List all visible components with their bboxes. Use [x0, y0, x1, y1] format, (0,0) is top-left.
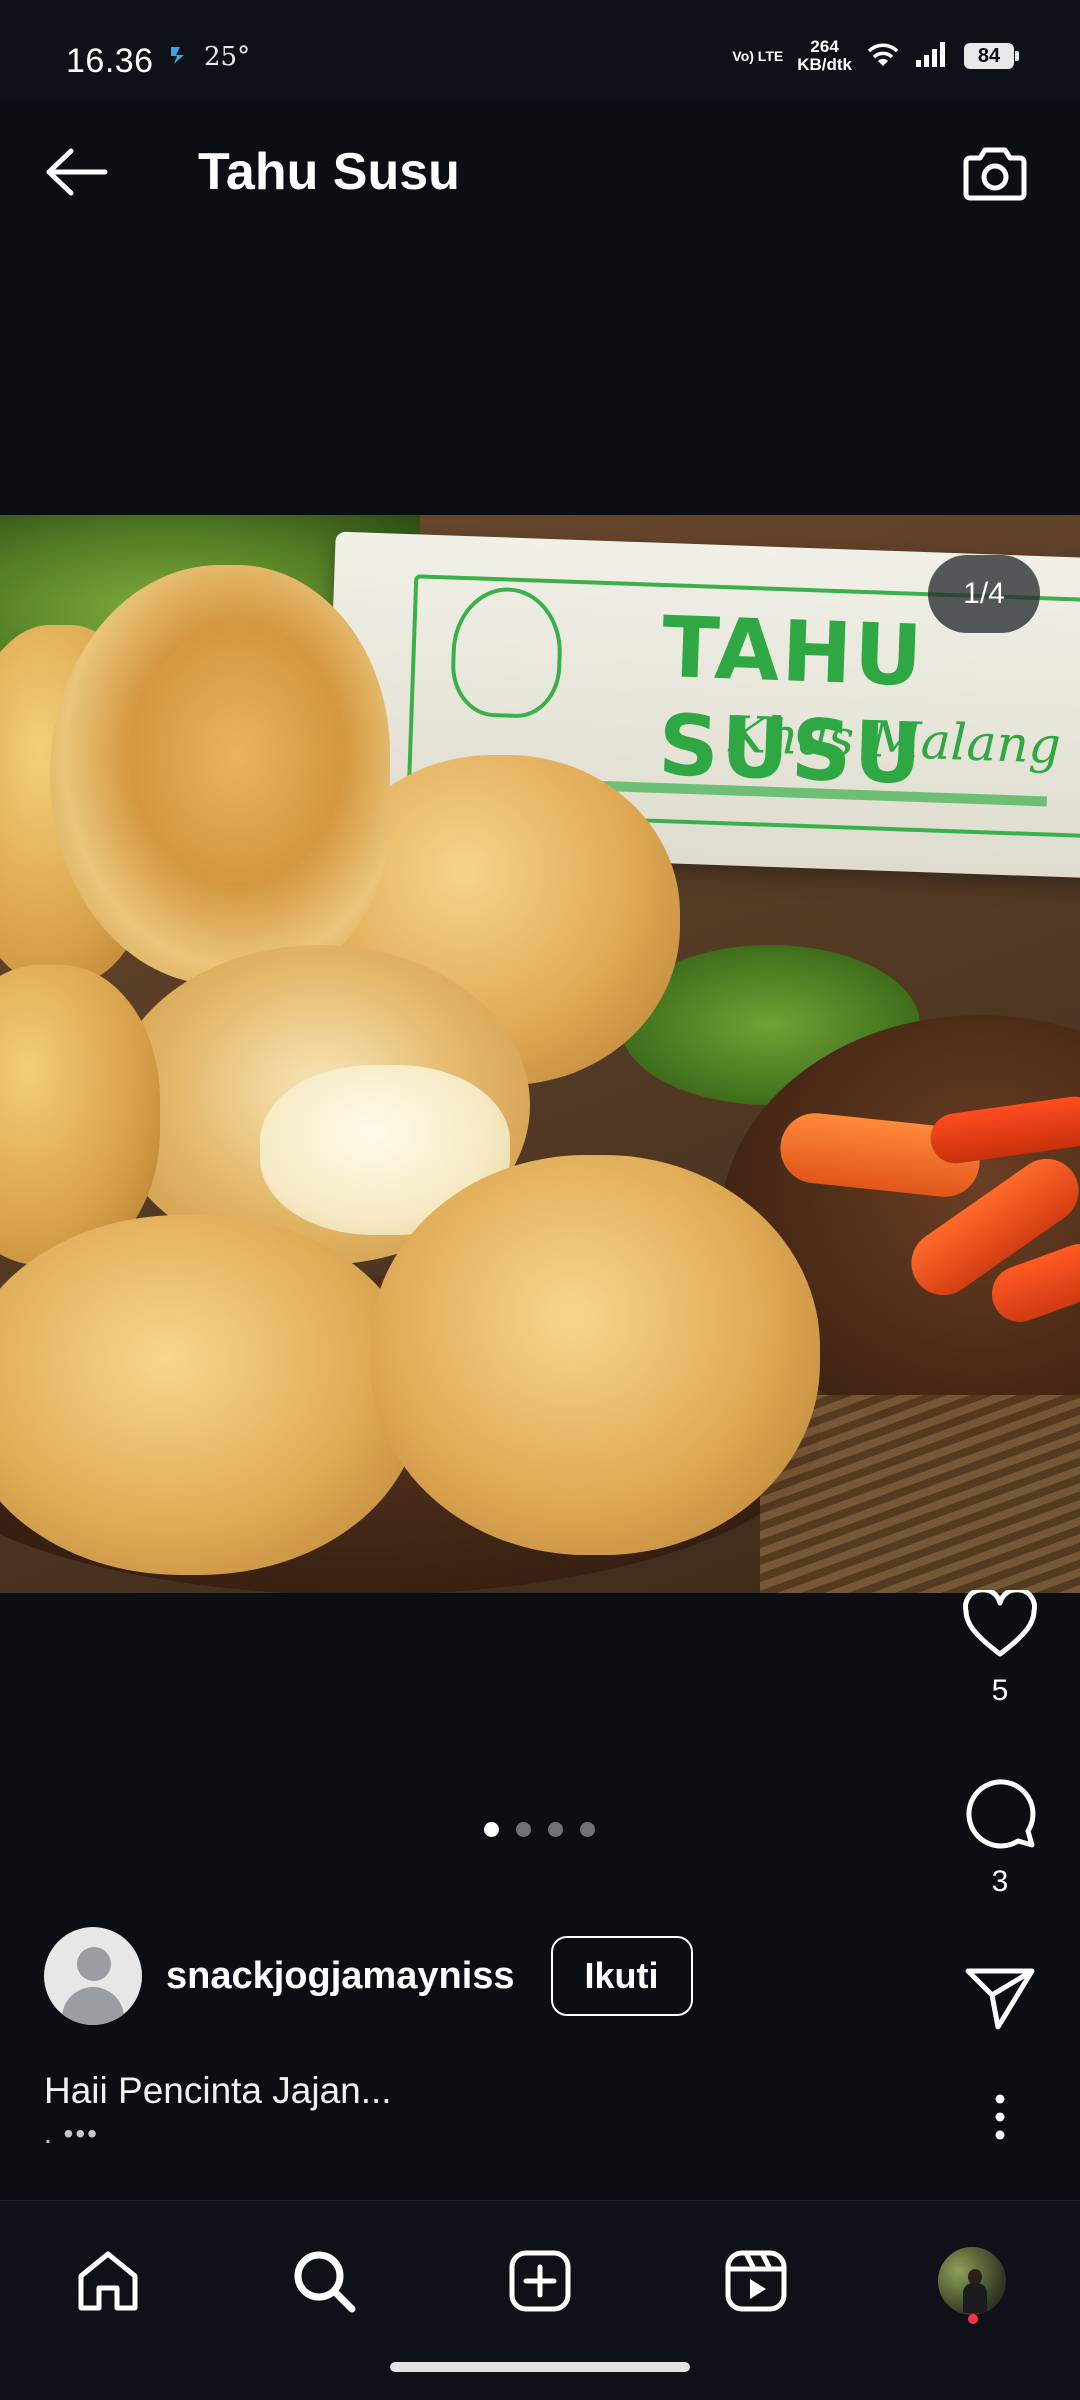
more-vertical-icon[interactable]	[990, 2092, 1010, 2142]
tofu-piece	[370, 1155, 820, 1555]
network-speed-value: 264	[810, 37, 839, 56]
carousel-dot	[580, 1822, 595, 1837]
nav-search[interactable]	[274, 2231, 374, 2331]
network-speed: 264 KB/dtk	[797, 38, 852, 74]
post-caption[interactable]: Haii Pencinta Jajan...	[44, 2070, 392, 2112]
network-speed-unit: KB/dtk	[797, 55, 852, 74]
signal-icon	[914, 40, 950, 73]
nav-reels[interactable]	[706, 2231, 806, 2331]
back-button[interactable]	[40, 140, 112, 204]
arrow-left-icon	[46, 148, 108, 196]
more-action	[920, 2092, 1080, 2142]
avatar-body	[62, 1987, 124, 2025]
post-image[interactable]: TAHU SUSU Khas Malang 1/4	[0, 515, 1080, 1593]
status-left-icons: 25°	[168, 42, 250, 72]
home-icon	[78, 2251, 138, 2311]
follow-button[interactable]: Ikuti	[550, 1936, 693, 2016]
page-counter: 1/4	[928, 555, 1040, 633]
volte-indicator: Vo) LTE	[732, 47, 784, 64]
camera-button[interactable]	[960, 138, 1030, 208]
username[interactable]: snackjogjamayniss	[166, 1955, 515, 1998]
carousel-dot	[484, 1822, 499, 1837]
author-row: snackjogjamayniss Ikuti	[44, 1926, 693, 2026]
page-title: Tahu Susu	[198, 143, 460, 201]
nav-home[interactable]	[58, 2231, 158, 2331]
share-action	[920, 1965, 1080, 2031]
status-temperature: 25°	[204, 42, 251, 72]
caption-more[interactable]: . •••	[44, 2118, 99, 2150]
reels-icon	[725, 2250, 787, 2312]
like-count[interactable]: 5	[992, 1674, 1009, 1708]
wifi-icon	[866, 40, 900, 73]
status-right-icons: Vo) LTE 264 KB/dtk 84	[732, 38, 1019, 74]
notification-dot	[968, 2314, 978, 2324]
status-bar: 16.36 25° Vo) LTE 264 KB/dtk 84	[0, 0, 1080, 100]
notification-app-icon	[168, 44, 190, 71]
avatar[interactable]	[44, 1927, 142, 2025]
camera-icon	[963, 147, 1027, 201]
home-indicator[interactable]	[390, 2362, 690, 2372]
app-header: Tahu Susu	[0, 100, 1080, 245]
carousel-dot	[516, 1822, 531, 1837]
avatar-head	[77, 1947, 111, 1981]
search-icon	[294, 2251, 356, 2313]
status-time: 16.36	[66, 42, 154, 80]
package-sub-text: Khas Malang	[727, 705, 1062, 775]
comment-count[interactable]: 3	[992, 1865, 1009, 1899]
battery-indicator: 84	[964, 43, 1019, 69]
comment-action: 3	[920, 1775, 1080, 1899]
carousel-dot	[548, 1822, 563, 1837]
send-icon[interactable]	[964, 1965, 1036, 2031]
tofu-piece	[0, 1215, 420, 1575]
like-action: 5	[920, 1590, 1080, 1708]
profile-avatar	[936, 2245, 1008, 2317]
nav-add-post[interactable]	[490, 2231, 590, 2331]
heart-icon[interactable]	[962, 1590, 1038, 1660]
carousel-indicator	[484, 1822, 595, 1837]
comment-icon[interactable]	[962, 1775, 1038, 1851]
add-post-icon	[509, 2250, 571, 2312]
tofu-piece-open	[50, 565, 390, 985]
